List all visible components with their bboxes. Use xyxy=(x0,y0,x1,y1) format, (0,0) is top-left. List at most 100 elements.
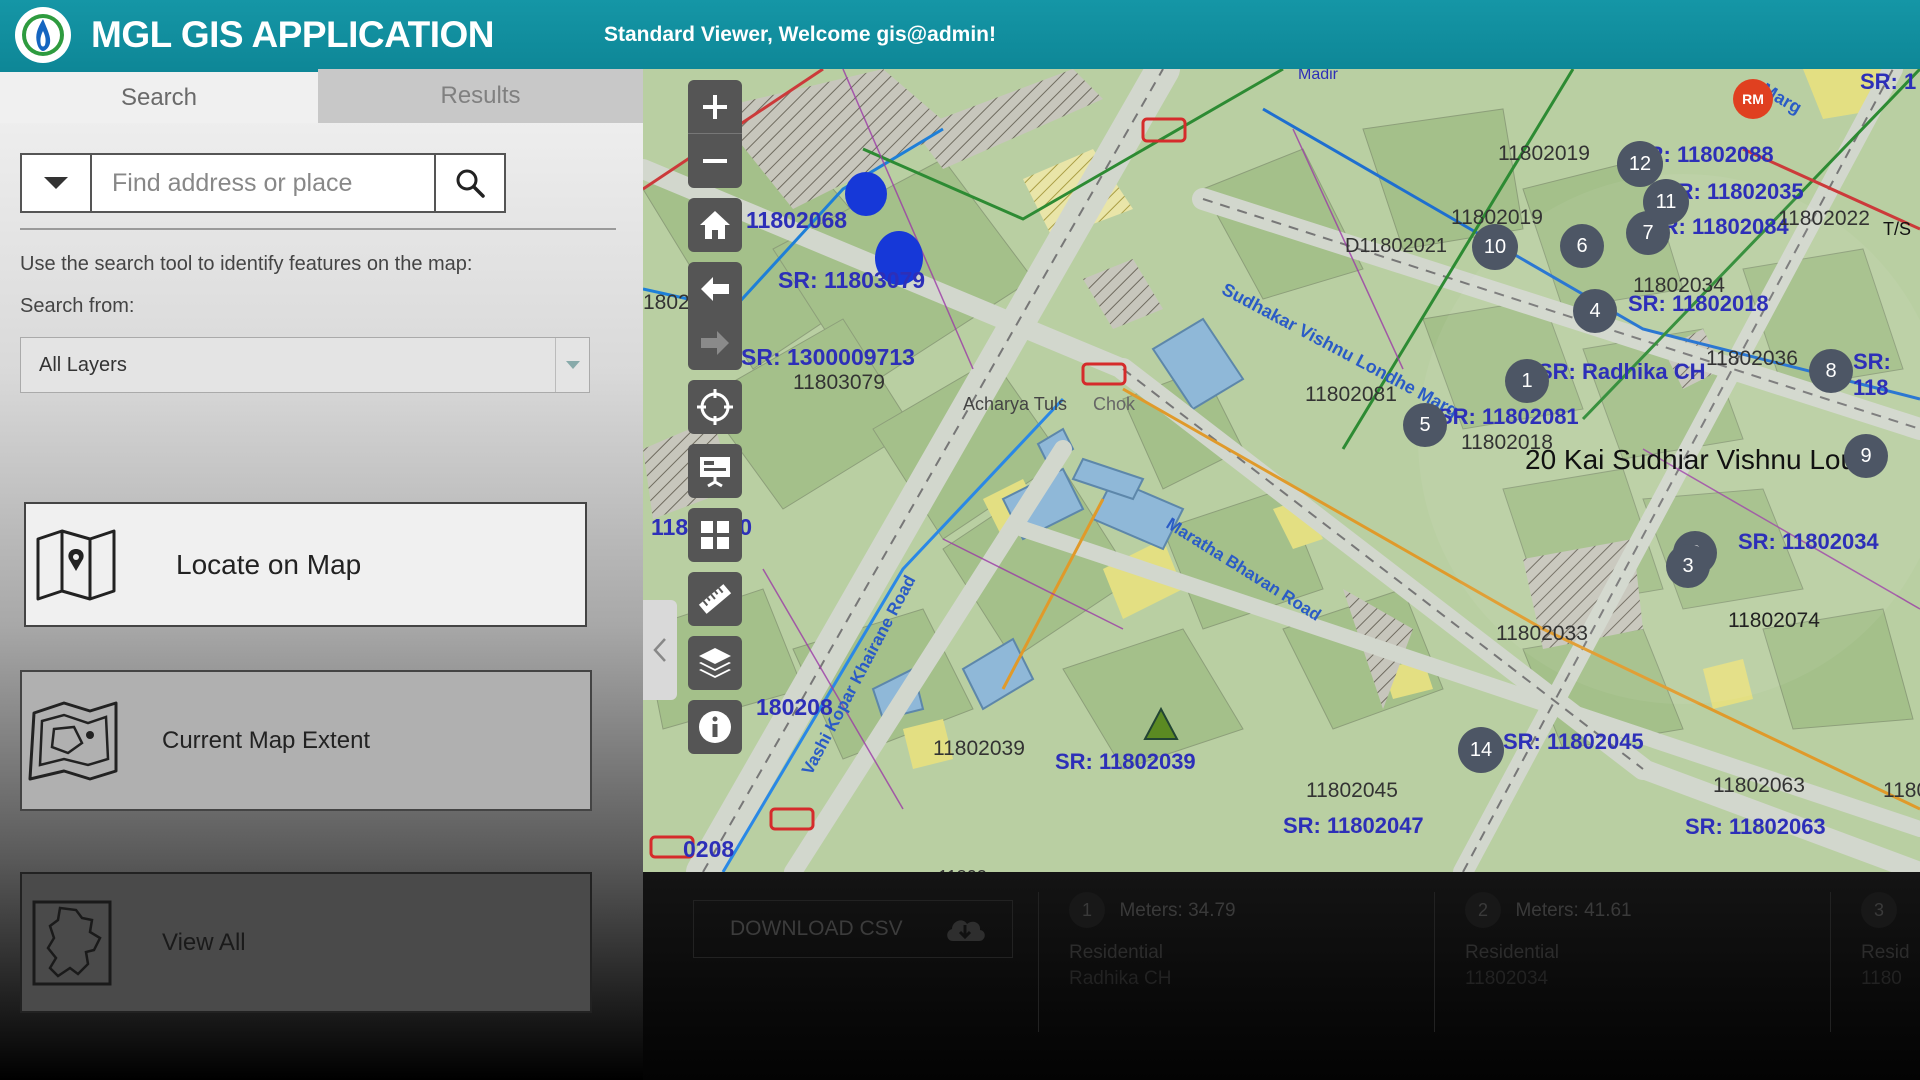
search-icon xyxy=(456,169,485,198)
map-marker[interactable]: 4 xyxy=(1573,289,1617,333)
map-label: 11802081 xyxy=(1305,383,1397,406)
map-label: D11802021 xyxy=(1345,235,1447,257)
panel-tabs: Search Results xyxy=(0,69,643,123)
search-source-dropdown[interactable] xyxy=(22,155,92,211)
layer-select[interactable]: All Layers xyxy=(20,337,590,393)
chevron-down-icon xyxy=(555,338,589,392)
map-toolbar xyxy=(688,80,742,764)
layers-icon xyxy=(699,648,731,678)
current-map-extent-button[interactable]: Current Map Extent xyxy=(20,670,592,811)
app-title: MGL GIS APPLICATION xyxy=(91,13,495,55)
map-label: SR: 11803079 xyxy=(778,267,926,293)
info-button[interactable] xyxy=(688,700,742,754)
attribute-table: DOWNLOAD CSV 1 Meters: 34.79 Residential… xyxy=(643,872,1920,1080)
map-view[interactable]: 11802068 SR: 11803079 SR: 1300009713 118… xyxy=(643,69,1920,872)
zoom-control xyxy=(688,80,742,188)
map-marker[interactable]: 8 xyxy=(1809,349,1853,393)
layer-select-value: All Layers xyxy=(39,353,127,376)
chevron-left-icon xyxy=(653,638,666,662)
map-marker[interactable]: 5 xyxy=(1403,403,1447,447)
grid-view-button[interactable] xyxy=(688,508,742,562)
map-label: 11802074 xyxy=(1728,609,1820,632)
info-icon xyxy=(699,711,731,743)
map-label: 11802022 xyxy=(1778,207,1870,230)
map-label: 11802019 xyxy=(1498,142,1590,165)
map-label: 1802 xyxy=(643,291,690,314)
basemap-button[interactable] xyxy=(688,444,742,498)
current-map-extent-label: Current Map Extent xyxy=(162,726,371,754)
tab-search[interactable]: Search xyxy=(0,69,318,123)
map-label: SR: Radhika CH xyxy=(1538,359,1706,384)
mgl-logo-icon xyxy=(15,6,71,63)
search-input[interactable] xyxy=(92,155,434,211)
ruler-icon xyxy=(698,584,732,614)
map-label: 11802033 xyxy=(1496,622,1588,645)
map-marker[interactable]: 3 xyxy=(1666,544,1710,588)
map-marker[interactable]: 1 xyxy=(1505,359,1549,403)
map-label: 11802039 xyxy=(933,737,1025,760)
map-label: 1180 xyxy=(1883,779,1920,802)
map-label: SR: 118 xyxy=(1853,349,1891,400)
result-usage: Residential xyxy=(1069,942,1163,963)
result-card[interactable]: 3 Resid 1180 xyxy=(1830,892,1920,1032)
home-button[interactable] xyxy=(688,198,742,252)
map-label: 11803079 xyxy=(793,371,885,394)
result-meters: Meters: 34.79 xyxy=(1119,900,1236,922)
result-card[interactable]: 2 Meters: 41.61 Residential 11802034 xyxy=(1434,892,1830,1032)
result-number: 2 xyxy=(1465,892,1501,928)
map-label: 11802068 xyxy=(746,207,848,233)
map-marker[interactable]: 9 xyxy=(1844,434,1888,478)
previous-extent-button[interactable] xyxy=(688,262,742,316)
zoom-in-button[interactable] xyxy=(688,80,742,134)
map-label: SR: 11802039 xyxy=(1055,749,1196,774)
map-marker[interactable]: 12 xyxy=(1617,141,1663,187)
map-label: Acharya Tuls xyxy=(963,394,1068,414)
map-label: SR: 11802045 xyxy=(1503,729,1644,754)
locate-button[interactable] xyxy=(688,380,742,434)
map-extent-icon xyxy=(22,701,122,781)
map-label: SR: 1300009713 xyxy=(741,344,915,370)
map-label: 180208 xyxy=(756,694,833,720)
arrow-right-icon xyxy=(701,331,729,355)
map-label: SR: 11802063 xyxy=(1685,814,1826,839)
map-marker[interactable]: 10 xyxy=(1472,224,1518,270)
map-label: SR: 11802047 xyxy=(1283,813,1424,838)
map-label: Chok xyxy=(1093,394,1136,414)
layers-button[interactable] xyxy=(688,636,742,690)
caret-down-icon xyxy=(44,177,68,189)
next-extent-button[interactable] xyxy=(688,316,742,370)
collapse-panel-button[interactable] xyxy=(643,600,677,700)
search-hint: Use the search tool to identify features… xyxy=(20,253,473,275)
crosshair-icon xyxy=(697,389,733,425)
map-label: SR: 1 xyxy=(1860,69,1917,94)
zoom-out-button[interactable] xyxy=(688,134,742,188)
map-label: 11802045 xyxy=(1306,779,1398,802)
locate-on-map-button[interactable]: Locate on Map xyxy=(24,502,587,627)
map-marker[interactable]: 11 xyxy=(1643,179,1689,225)
search-panel: Search Results Use the search tool to id… xyxy=(0,69,643,1080)
result-sr: Radhika CH xyxy=(1069,968,1172,989)
result-sr: 1180 xyxy=(1861,968,1902,989)
view-all-button[interactable]: View All xyxy=(20,872,592,1013)
download-csv-button[interactable]: DOWNLOAD CSV xyxy=(693,900,1013,958)
result-number: 1 xyxy=(1069,892,1105,928)
minus-icon xyxy=(703,159,727,163)
map-marker[interactable]: 14 xyxy=(1458,727,1504,773)
home-icon xyxy=(700,211,730,239)
map-label: SR: 11802018 xyxy=(1628,291,1769,316)
plus-icon xyxy=(703,94,727,119)
result-usage: Resid xyxy=(1861,942,1910,963)
arrow-left-icon xyxy=(701,277,729,301)
cloud-download-icon xyxy=(946,920,985,941)
result-sr: 11802034 xyxy=(1465,968,1549,989)
search-button[interactable] xyxy=(434,155,504,211)
map-label: T/S xyxy=(1883,219,1912,239)
map-label: 0208 xyxy=(683,836,735,862)
grid-icon xyxy=(701,521,729,549)
map-marker[interactable]: 6 xyxy=(1560,224,1604,268)
download-csv-label: DOWNLOAD CSV xyxy=(730,917,903,940)
result-card[interactable]: 1 Meters: 34.79 Residential Radhika CH xyxy=(1038,892,1434,1032)
tab-results[interactable]: Results xyxy=(318,69,643,123)
measure-button[interactable] xyxy=(688,572,742,626)
result-meters: Meters: 41.61 xyxy=(1515,900,1632,922)
